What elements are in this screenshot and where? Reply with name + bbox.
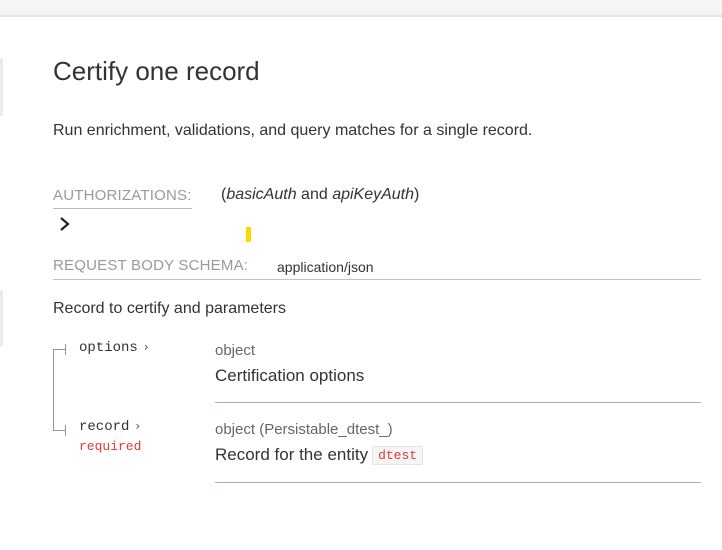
property-description: Certification options bbox=[215, 366, 365, 385]
property-description: Record for the entity dtest bbox=[215, 445, 424, 465]
property-type: object bbox=[215, 342, 256, 359]
tree-tick-options bbox=[65, 344, 66, 355]
property-name: options bbox=[79, 340, 138, 356]
top-bar bbox=[0, 0, 722, 17]
request-body-schema-row: REQUEST BODY SCHEMA: application/json bbox=[53, 257, 701, 280]
authorizations-schemes: (basicAuth and apiKeyAuth) bbox=[221, 186, 419, 204]
code-tag: dtest bbox=[372, 446, 424, 465]
auth-joiner: and bbox=[296, 186, 333, 203]
operation-title: Certify one record bbox=[53, 56, 260, 86]
auth-scheme-apikey: apiKeyAuth bbox=[332, 186, 415, 203]
tree-tick-record bbox=[65, 425, 66, 436]
request-body-description: Record to certify and parameters bbox=[53, 300, 286, 317]
request-body-schema-label: REQUEST BODY SCHEMA: bbox=[53, 257, 249, 274]
property-divider bbox=[215, 402, 701, 403]
operation-description: Run enrichment, validations, and query m… bbox=[53, 122, 533, 139]
property-name: record bbox=[79, 419, 130, 435]
tree-vertical-line bbox=[53, 349, 54, 430]
property-divider bbox=[215, 482, 701, 483]
text-cursor-marker bbox=[246, 227, 251, 242]
property-options-toggle[interactable]: options › bbox=[79, 340, 149, 356]
property-description-text: Record for the entity bbox=[215, 445, 369, 464]
property-record-toggle[interactable]: record › bbox=[79, 419, 140, 435]
left-edge-tab bbox=[0, 58, 3, 116]
paren-close: ) bbox=[414, 186, 420, 203]
left-edge-tab bbox=[0, 290, 3, 346]
authorizations-label: AUTHORIZATIONS: bbox=[53, 187, 192, 209]
chevron-right-icon: › bbox=[135, 419, 141, 433]
content-type: application/json bbox=[277, 259, 374, 275]
auth-scheme-basic: basicAuth bbox=[226, 186, 297, 203]
chevron-right-icon: › bbox=[143, 340, 149, 354]
required-badge: required bbox=[79, 439, 142, 454]
chevron-right-icon[interactable] bbox=[57, 214, 73, 234]
property-type: object (Persistable_dtest_) bbox=[215, 421, 393, 438]
